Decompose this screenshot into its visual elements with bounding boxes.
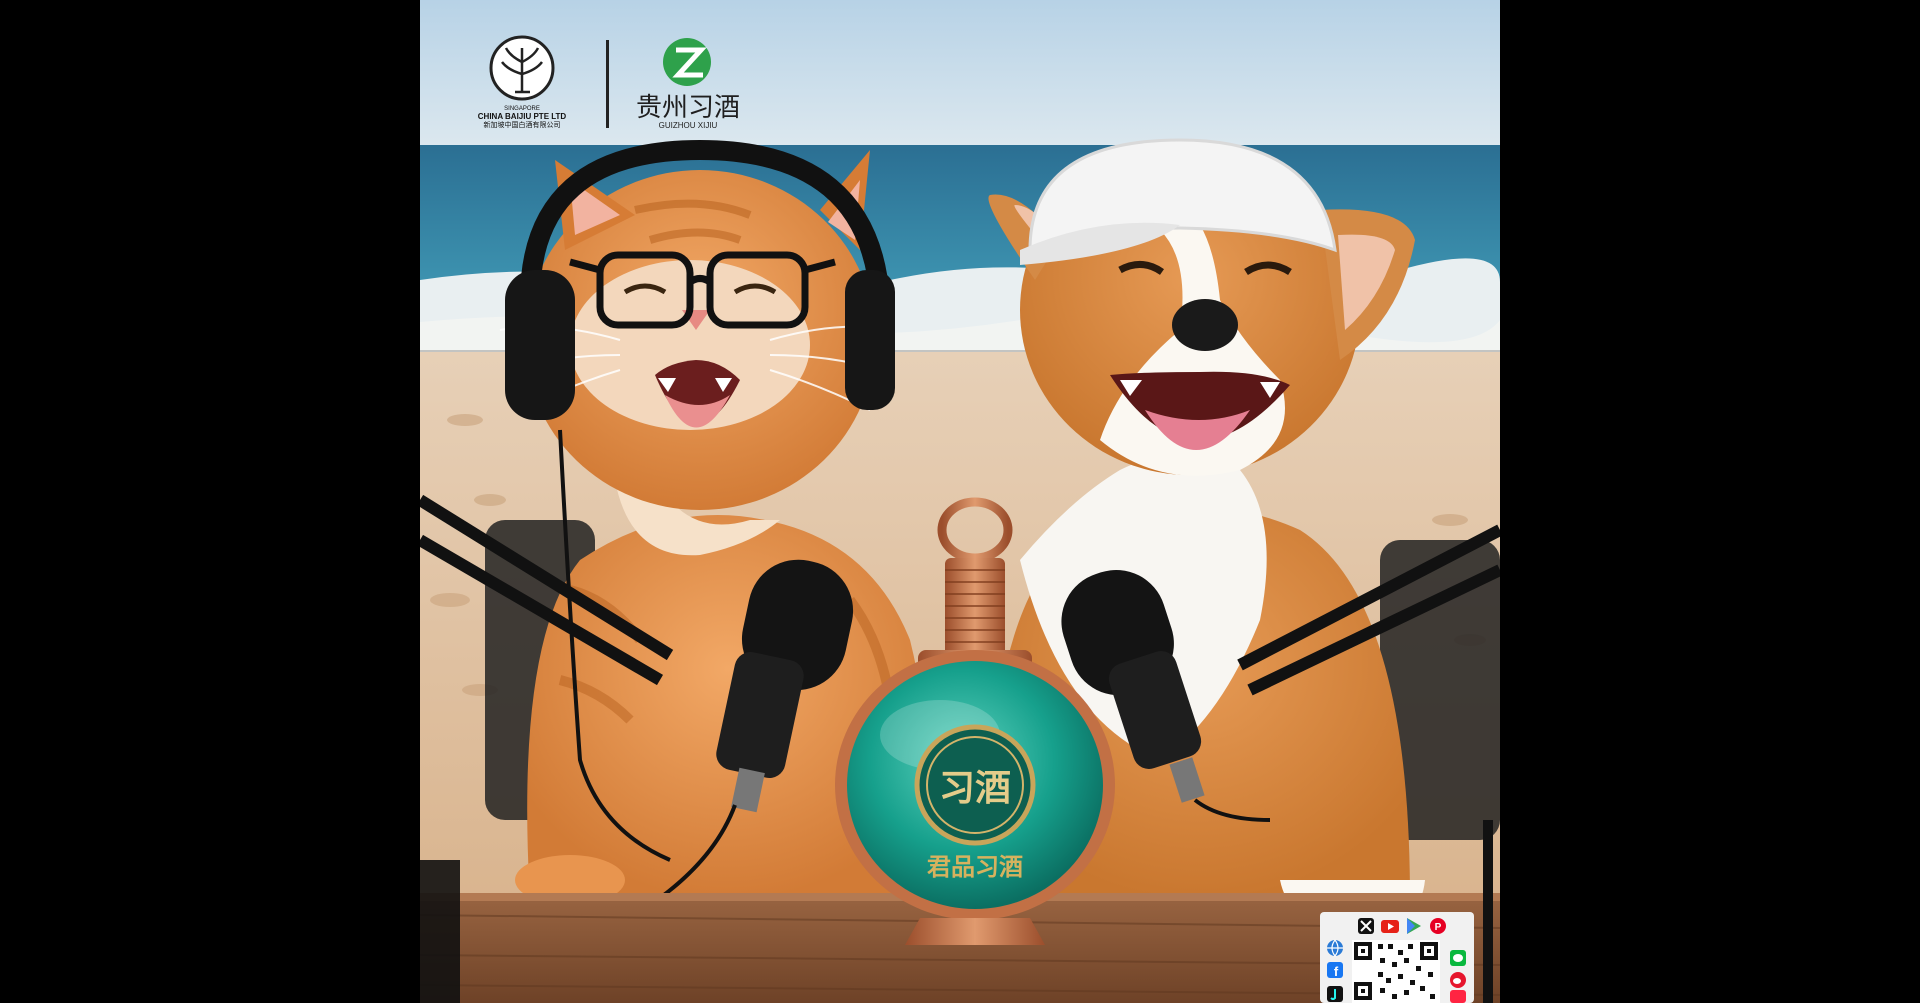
video-frame: 习酒 君品习酒 SINGAPORE CHINA BAIJIU PTE LTD 新… <box>420 0 1500 1003</box>
letterbox-background: 习酒 君品习酒 SINGAPORE CHINA BAIJIU PTE LTD 新… <box>0 0 1920 1003</box>
pinterest-icon: P <box>1430 918 1446 934</box>
wechat-icon <box>1450 950 1466 966</box>
svg-text:P: P <box>1435 922 1442 933</box>
xiaohongshu-icon <box>1450 990 1466 1003</box>
douyin-icon <box>1327 986 1343 1002</box>
facebook-icon: f <box>1327 962 1343 979</box>
left-brand-line3: 新加坡中国白酒有限公司 <box>484 120 561 129</box>
social-qr-badge: P f <box>1320 912 1474 1003</box>
bottle-emblem-text: 习酒 <box>939 767 1011 809</box>
svg-text:f: f <box>1334 964 1339 979</box>
x-icon <box>1358 918 1374 934</box>
left-brand-line2: CHINA BAIJIU PTE LTD <box>478 112 567 121</box>
globe-icon <box>1327 939 1343 958</box>
weibo-icon <box>1450 972 1466 988</box>
youtube-icon <box>1381 920 1399 933</box>
mic-stand-left <box>420 860 460 1003</box>
mic-stand-right <box>1483 820 1493 1003</box>
sky <box>420 0 1500 148</box>
qr-code <box>1352 940 1440 1003</box>
right-brand-name-en: GUIZHOU XIJIU <box>659 121 718 130</box>
bottle-name-text: 君品习酒 <box>927 852 1023 881</box>
photo-scene: 习酒 君品习酒 SINGAPORE CHINA BAIJIU PTE LTD 新… <box>420 0 1500 1003</box>
logo-divider <box>606 40 609 128</box>
right-brand-name-cn: 贵州习酒 <box>636 93 740 123</box>
